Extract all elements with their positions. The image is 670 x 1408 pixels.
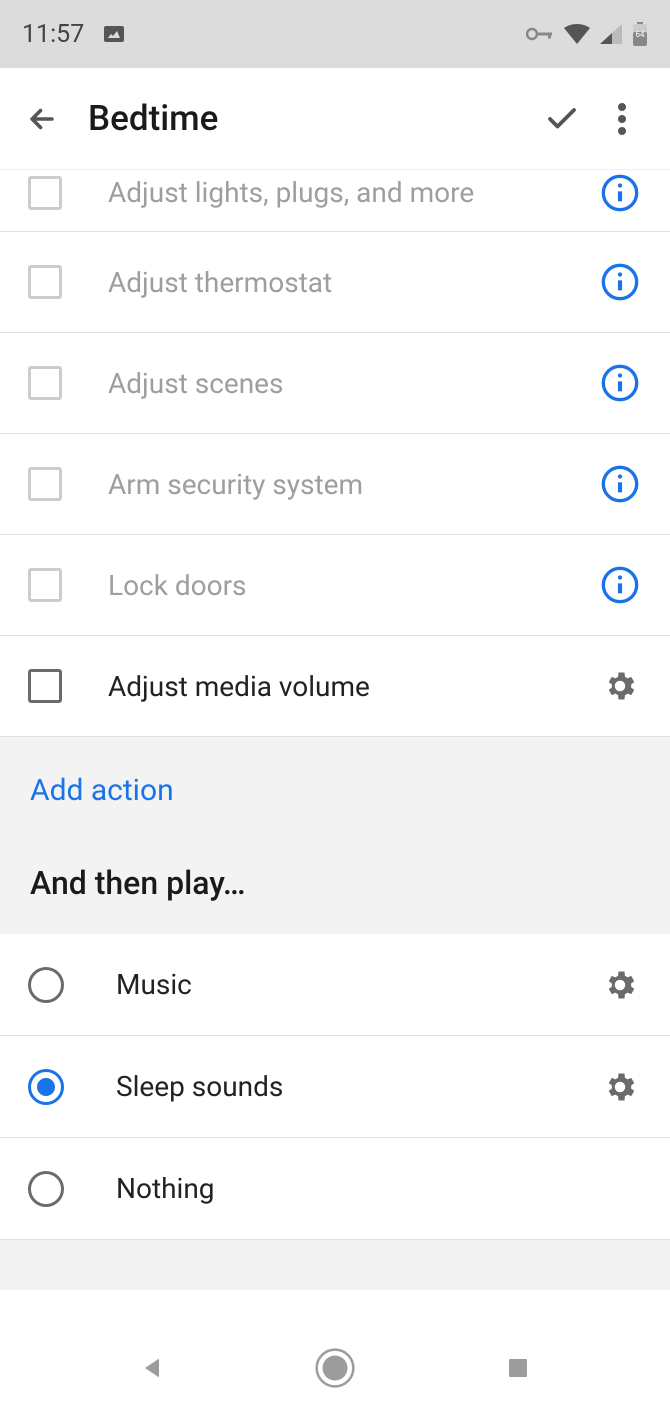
page-title: Bedtime <box>88 98 532 139</box>
gear-icon <box>602 668 638 704</box>
status-right: 64 <box>526 22 648 46</box>
info-icon <box>600 173 640 213</box>
checkbox[interactable] <box>28 176 62 210</box>
more-vert-icon <box>618 103 626 135</box>
actions-list: Adjust lights, plugs, and more Adjust th… <box>0 170 670 737</box>
nav-home-button[interactable] <box>305 1338 365 1398</box>
play-option-label: Music <box>116 968 598 1001</box>
app-bar: Bedtime <box>0 68 670 170</box>
info-button[interactable] <box>598 260 642 304</box>
back-arrow-icon <box>25 102 59 136</box>
more-button[interactable] <box>592 89 652 149</box>
checkbox[interactable] <box>28 467 62 501</box>
play-option-label: Sleep sounds <box>116 1070 598 1103</box>
circle-home-icon <box>315 1348 355 1388</box>
action-label: Adjust thermostat <box>108 266 598 299</box>
play-option-row[interactable]: Sleep sounds <box>0 1036 670 1138</box>
status-time: 11:57 <box>22 20 84 49</box>
action-row[interactable]: Adjust thermostat <box>0 232 670 333</box>
info-button[interactable] <box>598 171 642 215</box>
settings-button[interactable] <box>598 664 642 708</box>
check-icon <box>544 101 580 137</box>
bottom-spacer <box>0 1240 670 1290</box>
info-icon <box>600 262 640 302</box>
play-option-row[interactable]: Nothing <box>0 1138 670 1240</box>
action-row[interactable]: Adjust scenes <box>0 333 670 434</box>
svg-text:64: 64 <box>636 30 645 39</box>
gear-icon <box>602 967 638 1003</box>
action-label: Arm security system <box>108 468 598 501</box>
action-label: Adjust media volume <box>108 670 598 703</box>
system-nav-bar <box>0 1328 670 1408</box>
radio-button[interactable] <box>28 967 64 1003</box>
vpn-key-icon <box>526 26 554 42</box>
action-row[interactable]: Adjust lights, plugs, and more <box>0 170 670 232</box>
action-row[interactable]: Lock doors <box>0 535 670 636</box>
play-option-label: Nothing <box>116 1172 642 1205</box>
status-bar: 11:57 64 <box>0 0 670 68</box>
settings-button[interactable] <box>598 963 642 1007</box>
action-label: Lock doors <box>108 569 598 602</box>
signal-icon <box>600 24 622 44</box>
info-button[interactable] <box>598 361 642 405</box>
checkbox[interactable] <box>28 568 62 602</box>
checkbox[interactable] <box>28 366 62 400</box>
status-left: 11:57 <box>22 20 126 49</box>
add-action-link[interactable]: Add action <box>30 773 640 808</box>
play-options-list: Music Sleep sounds Nothing <box>0 934 670 1240</box>
square-recent-icon <box>506 1356 530 1380</box>
info-icon <box>600 363 640 403</box>
back-button[interactable] <box>18 95 66 143</box>
gear-icon <box>602 1069 638 1105</box>
info-icon <box>600 464 640 504</box>
wifi-icon <box>564 24 590 44</box>
image-icon <box>102 22 126 46</box>
nav-back-button[interactable] <box>122 1338 182 1398</box>
radio-button[interactable] <box>28 1069 64 1105</box>
play-option-row[interactable]: Music <box>0 934 670 1036</box>
play-section-header: And then play… <box>30 864 640 902</box>
action-row[interactable]: Arm security system <box>0 434 670 535</box>
nav-recent-button[interactable] <box>488 1338 548 1398</box>
radio-button[interactable] <box>28 1171 64 1207</box>
battery-icon: 64 <box>632 22 648 46</box>
action-label: Adjust scenes <box>108 367 598 400</box>
checkbox[interactable] <box>28 265 62 299</box>
info-button[interactable] <box>598 462 642 506</box>
action-label: Adjust lights, plugs, and more <box>108 176 598 209</box>
settings-button[interactable] <box>598 1065 642 1109</box>
section-divider: Add action And then play… <box>0 737 670 934</box>
triangle-back-icon <box>138 1354 166 1382</box>
info-icon <box>600 565 640 605</box>
checkbox[interactable] <box>28 669 62 703</box>
confirm-button[interactable] <box>532 89 592 149</box>
info-button[interactable] <box>598 563 642 607</box>
action-row[interactable]: Adjust media volume <box>0 636 670 737</box>
